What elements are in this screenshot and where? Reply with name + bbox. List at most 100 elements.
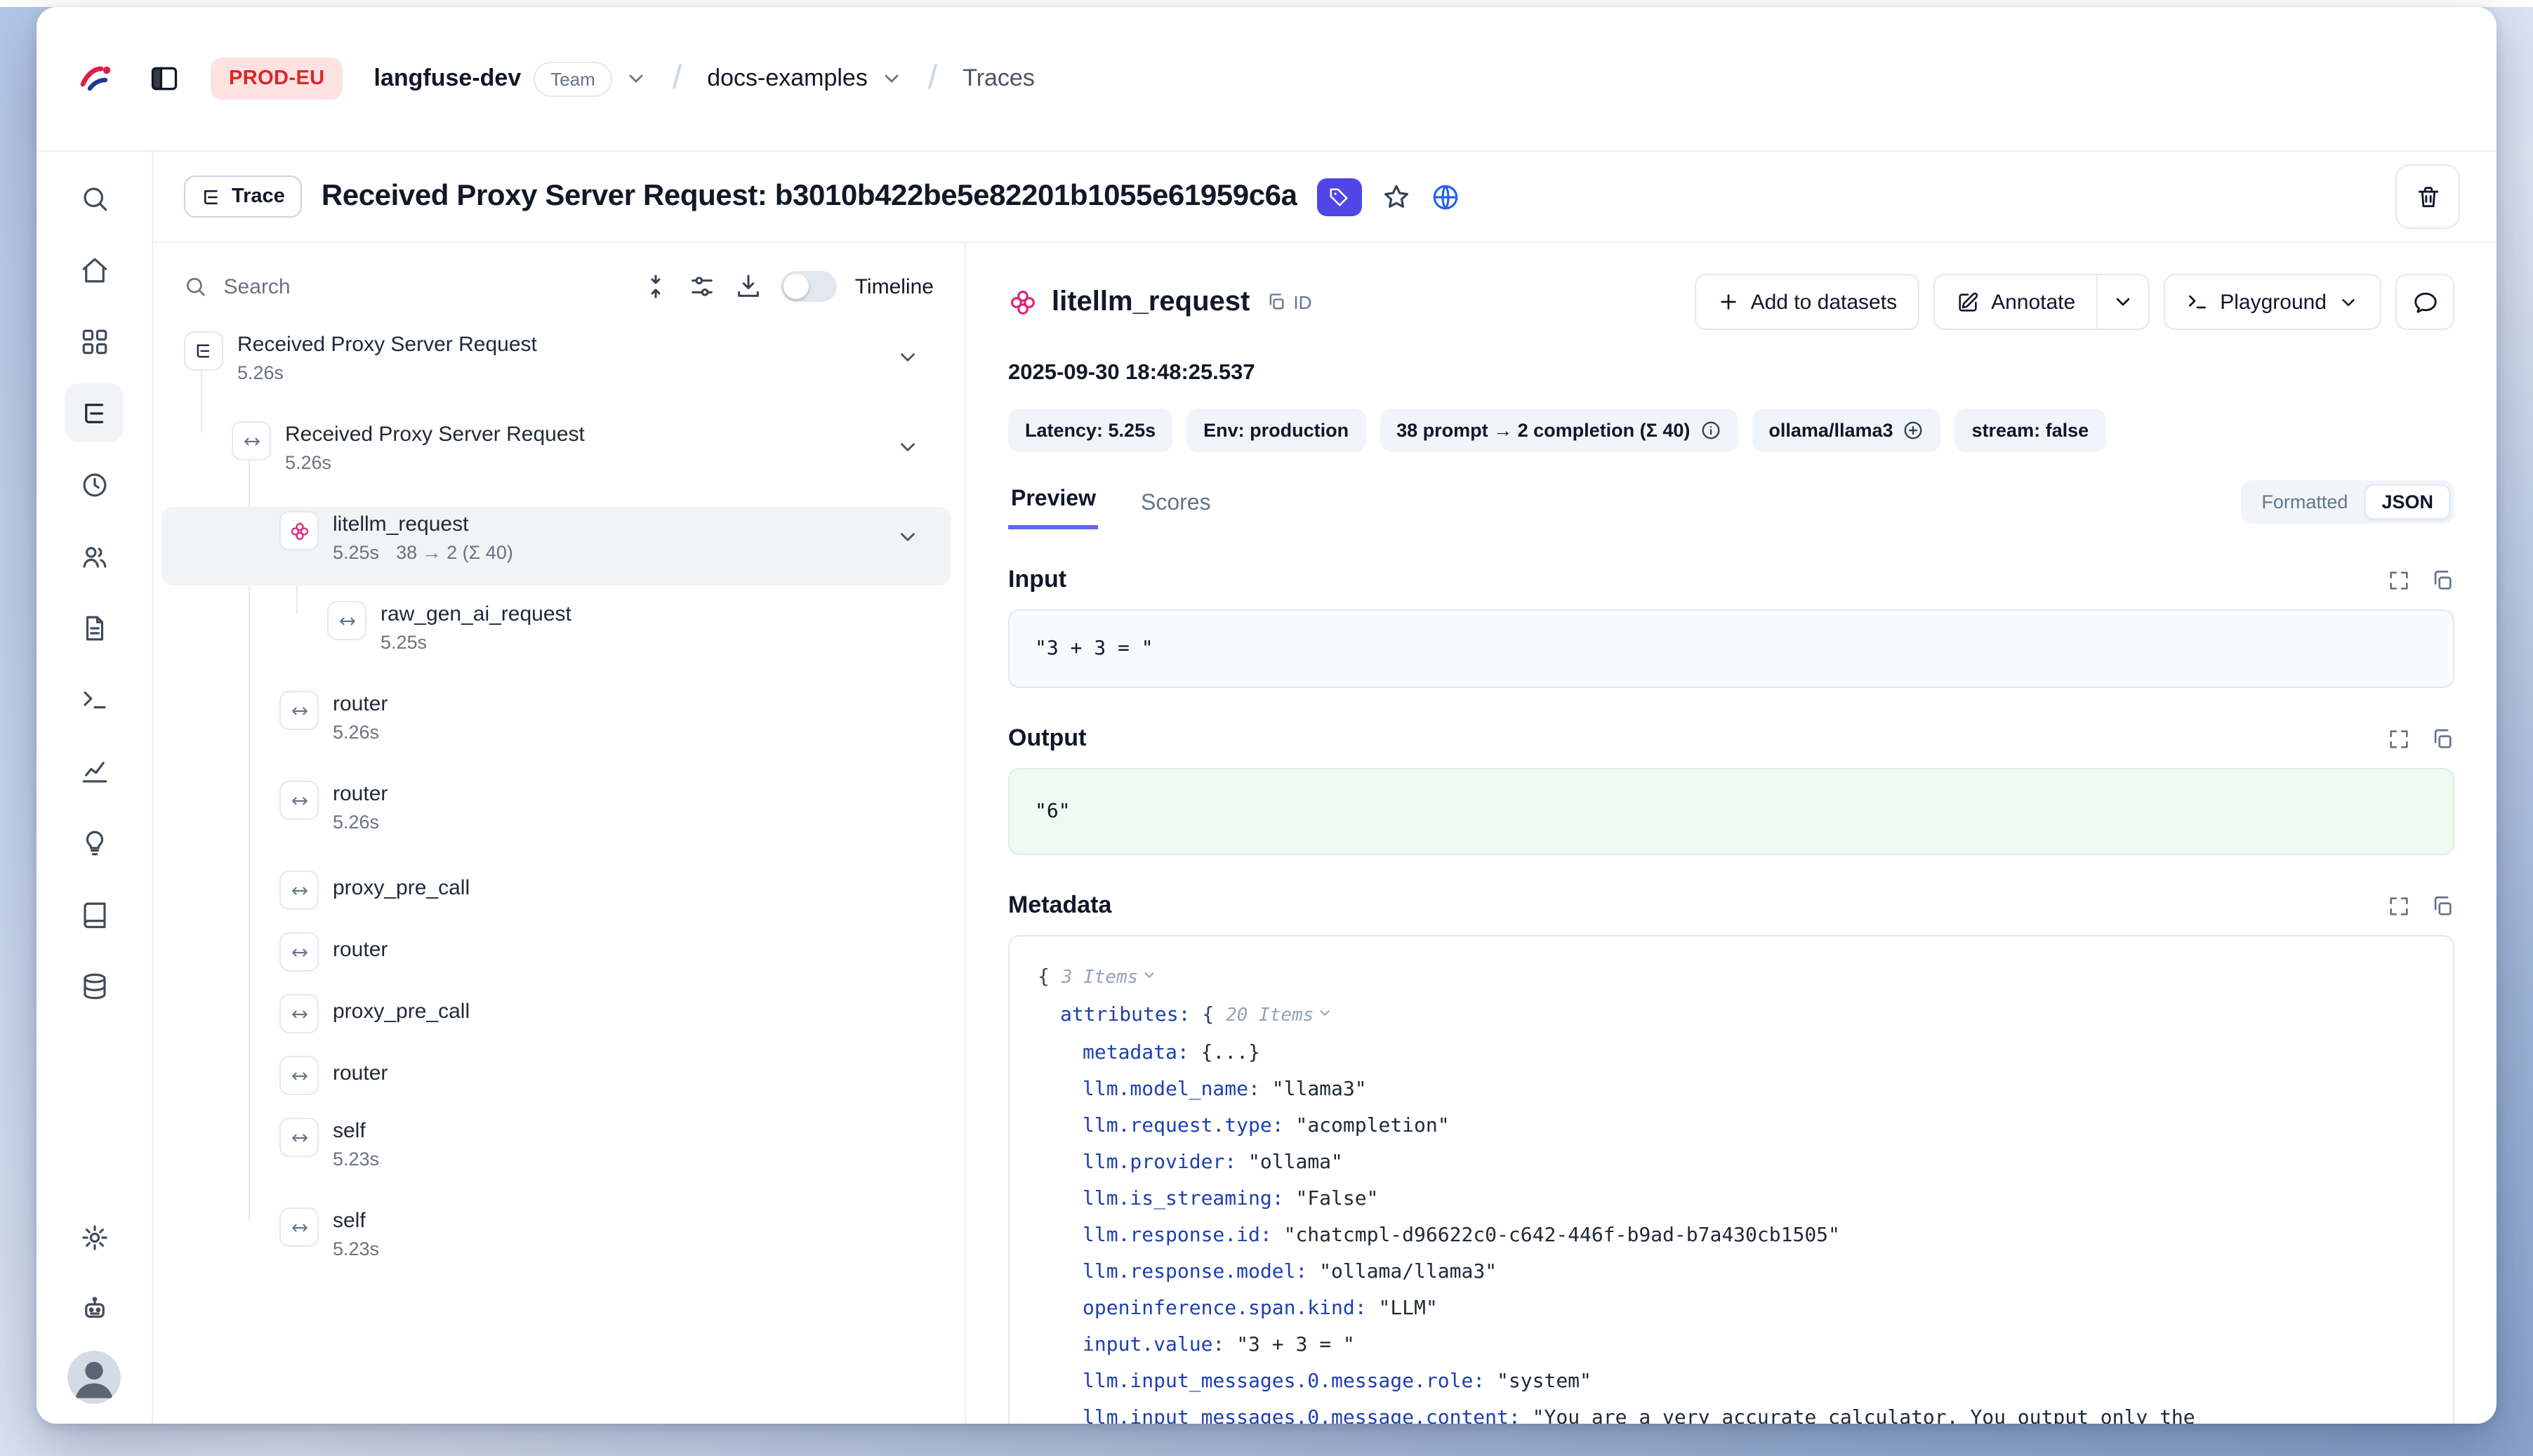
json-key: llm.is_streaming: <box>1083 1188 1284 1210</box>
badge-text: 38 prompt → 2 completion (Σ 40) <box>1396 420 1690 441</box>
langfuse-logo[interactable] <box>76 58 118 100</box>
delete-trace-button[interactable] <box>2395 164 2460 229</box>
tree-item[interactable]: litellm_request5.25s38 → 2 (Σ 40) <box>161 507 951 585</box>
tag-icon[interactable] <box>1317 178 1362 216</box>
chevron-down-icon[interactable] <box>896 435 920 466</box>
dashboards-icon[interactable] <box>65 312 124 371</box>
star-icon[interactable] <box>1382 182 1411 211</box>
search-icon <box>184 274 207 299</box>
plus-circle-icon[interactable] <box>1903 420 1924 441</box>
timeline-toggle[interactable] <box>781 271 837 302</box>
trace-header: Trace Received Proxy Server Request: b30… <box>153 152 2496 243</box>
database-icon[interactable] <box>65 956 124 1015</box>
tab-scores[interactable]: Scores <box>1138 491 1214 529</box>
search-input[interactable] <box>221 273 623 300</box>
format-toggle: Formatted JSON <box>2240 480 2454 524</box>
tree-item[interactable]: router <box>161 928 951 979</box>
trace-chip-label: Trace <box>232 185 285 208</box>
filter-settings-icon[interactable] <box>688 272 716 300</box>
span-icon <box>279 871 319 910</box>
expand-icon[interactable] <box>2387 894 2411 918</box>
tree-item[interactable]: proxy_pre_call <box>161 866 951 917</box>
tree-item[interactable]: self5.23s <box>161 1203 951 1282</box>
home-icon[interactable] <box>65 240 124 299</box>
terminal-icon <box>2186 291 2209 313</box>
playground-button[interactable]: Playground <box>2164 274 2381 330</box>
copy-icon[interactable] <box>2431 727 2454 750</box>
tree-item-label: router <box>333 692 388 716</box>
tree-item[interactable]: router <box>161 1052 951 1102</box>
org-name: langfuse-dev <box>374 65 522 93</box>
tree-item-duration: 5.23s <box>333 1149 379 1170</box>
format-toggle-json[interactable]: JSON <box>2365 484 2450 519</box>
tree-item-texts: router5.26s <box>333 776 388 833</box>
users-icon[interactable] <box>65 527 124 585</box>
chevron-down-icon[interactable] <box>896 345 920 376</box>
org-plan-badge: Team <box>534 61 612 96</box>
tree-item[interactable]: proxy_pre_call <box>161 990 951 1040</box>
json-item-count[interactable]: 20 Items <box>1226 1005 1314 1026</box>
settings-icon[interactable] <box>65 1207 124 1266</box>
tree-item-label: raw_gen_ai_request <box>381 602 571 626</box>
copy-icon[interactable] <box>2431 894 2454 918</box>
tree-item[interactable]: router5.26s <box>161 687 951 765</box>
annotate-button[interactable]: Annotate <box>1933 274 2098 330</box>
trash-icon <box>2414 183 2441 210</box>
evaluation-icon[interactable] <box>65 813 124 872</box>
tree-item[interactable]: raw_gen_ai_request5.25s <box>161 597 951 675</box>
tree-search <box>184 273 623 300</box>
playground-icon[interactable] <box>65 670 124 729</box>
json-line: input.value: "3 + 3 = " <box>1038 1327 2425 1363</box>
span-icon <box>279 1056 319 1095</box>
globe-icon[interactable] <box>1431 182 1460 211</box>
user-avatar[interactable] <box>67 1351 121 1404</box>
sidebar-toggle-icon[interactable] <box>149 63 180 94</box>
org-switcher[interactable]: langfuse-dev Team <box>374 61 647 96</box>
datasets-icon[interactable] <box>65 885 124 944</box>
status-badge: stream: false <box>1955 409 2106 452</box>
tree-item[interactable]: self5.23s <box>161 1113 951 1192</box>
copy-id-button[interactable]: ID <box>1266 291 1311 312</box>
comment-button[interactable] <box>2395 274 2454 330</box>
chevron-down-icon <box>880 67 903 90</box>
json-brace: { <box>1202 1004 1214 1026</box>
info-icon[interactable] <box>1700 420 1721 441</box>
chevron-down-icon[interactable] <box>1141 959 1156 995</box>
copy-icon[interactable] <box>2431 568 2454 592</box>
json-value: "llama3" <box>1272 1078 1367 1101</box>
tracing-icon[interactable] <box>65 383 124 442</box>
span-icon <box>279 781 319 820</box>
json-item-count[interactable]: 3 Items <box>1062 967 1139 988</box>
tree-item-texts: router <box>333 928 388 962</box>
trace-title: Received Proxy Server Request: b3010b422… <box>322 180 1297 213</box>
insights-icon[interactable] <box>65 741 124 800</box>
assistant-icon[interactable] <box>65 1279 124 1338</box>
json-brace: { <box>1038 966 1050 988</box>
sessions-icon[interactable] <box>65 455 124 514</box>
input-value: "3 + 3 = " <box>1008 609 2454 688</box>
expand-icon[interactable] <box>2387 727 2411 750</box>
tree-item[interactable]: router5.26s <box>161 776 951 855</box>
observation-detail-panel: litellm_request ID Add to datasets <box>966 243 2496 1424</box>
breadcrumb-traces-link[interactable]: Traces <box>963 65 1035 93</box>
add-to-datasets-button[interactable]: Add to datasets <box>1695 274 1920 330</box>
annotate-dropdown-button[interactable] <box>2096 274 2150 330</box>
search-icon[interactable] <box>65 168 124 227</box>
project-switcher[interactable]: docs-examples <box>707 65 903 93</box>
chevron-down-icon[interactable] <box>896 525 920 556</box>
expand-icon[interactable] <box>2387 568 2411 592</box>
tab-preview[interactable]: Preview <box>1008 487 1099 529</box>
tree-item-label: litellm_request <box>333 512 513 536</box>
tree-item[interactable]: Received Proxy Server Request5.26s <box>161 327 951 406</box>
output-section-title: Output <box>1008 724 1086 753</box>
metadata-content: { 3 Itemsattributes: { 20 Itemsmetadata:… <box>1008 935 2454 1424</box>
format-toggle-formatted[interactable]: Formatted <box>2244 484 2365 519</box>
tree-item-duration: 5.26s <box>333 812 388 833</box>
tree-item[interactable]: Received Proxy Server Request5.26s <box>161 417 951 496</box>
json-value: "3 + 3 = " <box>1236 1334 1355 1356</box>
prompts-icon[interactable] <box>65 598 124 657</box>
collapse-all-icon[interactable] <box>642 272 670 300</box>
chevron-down-icon[interactable] <box>1316 997 1332 1033</box>
download-icon[interactable] <box>734 272 762 300</box>
json-line: attributes: { 20 Items <box>1038 997 2425 1035</box>
